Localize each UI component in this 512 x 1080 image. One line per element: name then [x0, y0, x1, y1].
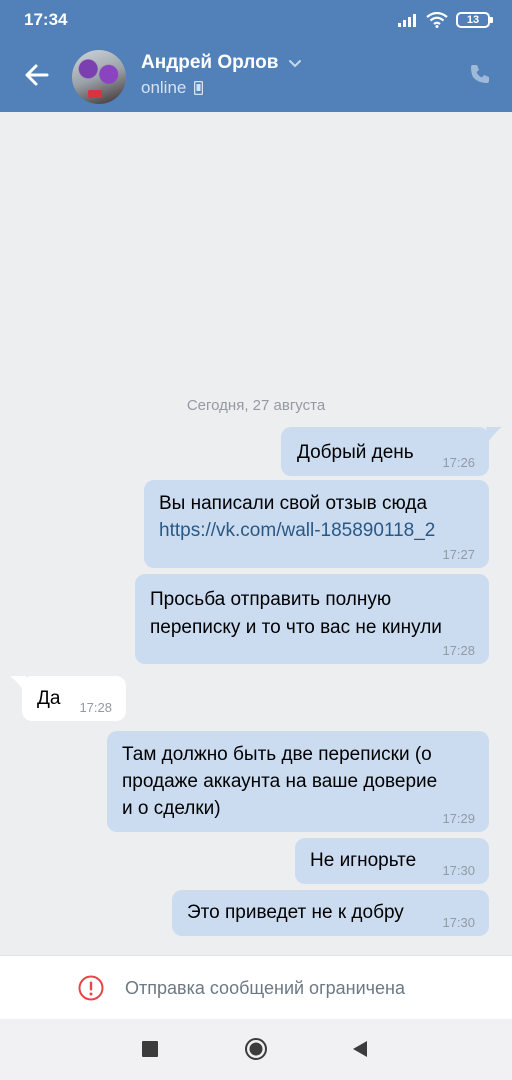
- phone-icon[interactable]: [468, 62, 492, 86]
- message-text: продаже аккаунта на ваше доверие: [122, 771, 438, 792]
- message-outgoing[interactable]: Добрый день 17:26: [281, 427, 489, 476]
- signal-icon: [398, 14, 416, 27]
- battery-indicator: 13: [456, 12, 493, 28]
- square-recents-icon[interactable]: [138, 1037, 162, 1061]
- message-text: Вы написали свой отзыв сюда: [159, 493, 428, 514]
- exclamation-circle-icon: [78, 975, 104, 1001]
- contact-name[interactable]: Андрей Орлов: [141, 52, 278, 74]
- message-time: 17:30: [442, 863, 475, 878]
- restricted-text: Отправка сообщений ограничена: [125, 978, 405, 998]
- message-text: Не игнорьте: [310, 850, 417, 871]
- message-outgoing[interactable]: Вы написали свой отзыв сюда https://vk.c…: [144, 480, 489, 568]
- mobile-device-icon: [194, 81, 204, 95]
- message-outgoing[interactable]: Просьба отправить полную переписку и то …: [135, 574, 489, 664]
- message-text: Это приведет не к добру: [187, 902, 404, 923]
- presence-status: online: [141, 78, 204, 98]
- system-nav-bar: [0, 1019, 512, 1080]
- message-incoming[interactable]: Да 17:28: [22, 676, 126, 721]
- wifi-icon: [426, 12, 448, 28]
- avatar[interactable]: [72, 50, 126, 104]
- message-outgoing[interactable]: Не игнорьте 17:30: [295, 838, 489, 884]
- message-time: 17:28: [442, 643, 475, 658]
- message-text: переписку и то что вас не кинули: [150, 617, 442, 638]
- message-time: 17:26: [442, 455, 475, 470]
- message-text: и о сделки): [122, 798, 221, 819]
- bubble-tail: [486, 427, 502, 441]
- message-text: Там должно быть две переписки (о: [122, 744, 432, 765]
- triangle-back-icon[interactable]: [348, 1037, 372, 1061]
- arrow-left-icon[interactable]: [22, 60, 52, 90]
- chat-header: 17:34 13 Андрей Орлов online: [0, 0, 512, 112]
- messaging-restricted-bar: Отправка сообщений ограничена: [0, 955, 512, 1019]
- message-outgoing[interactable]: Там должно быть две переписки (о продаже…: [107, 731, 489, 832]
- message-time: 17:27: [442, 547, 475, 562]
- presence-text: online: [141, 78, 187, 97]
- circle-home-icon[interactable]: [244, 1037, 268, 1061]
- date-separator: Сегодня, 27 августа: [186, 397, 326, 414]
- message-text: Просьба отправить полную: [150, 589, 392, 610]
- message-link[interactable]: https://vk.com/wall-185890118_2: [159, 517, 435, 544]
- message-text: Добрый день: [297, 442, 414, 463]
- chevron-down-icon[interactable]: [288, 56, 302, 70]
- message-time: 17:30: [442, 915, 475, 930]
- message-outgoing[interactable]: Это приведет не к добру 17:30: [172, 890, 489, 936]
- status-bar: 17:34 13: [0, 0, 512, 40]
- status-time: 17:34: [24, 10, 68, 29]
- message-text: Да: [37, 688, 61, 709]
- message-time: 17:29: [442, 811, 475, 826]
- message-time: 17:28: [79, 700, 112, 715]
- status-icons: 13: [398, 10, 493, 30]
